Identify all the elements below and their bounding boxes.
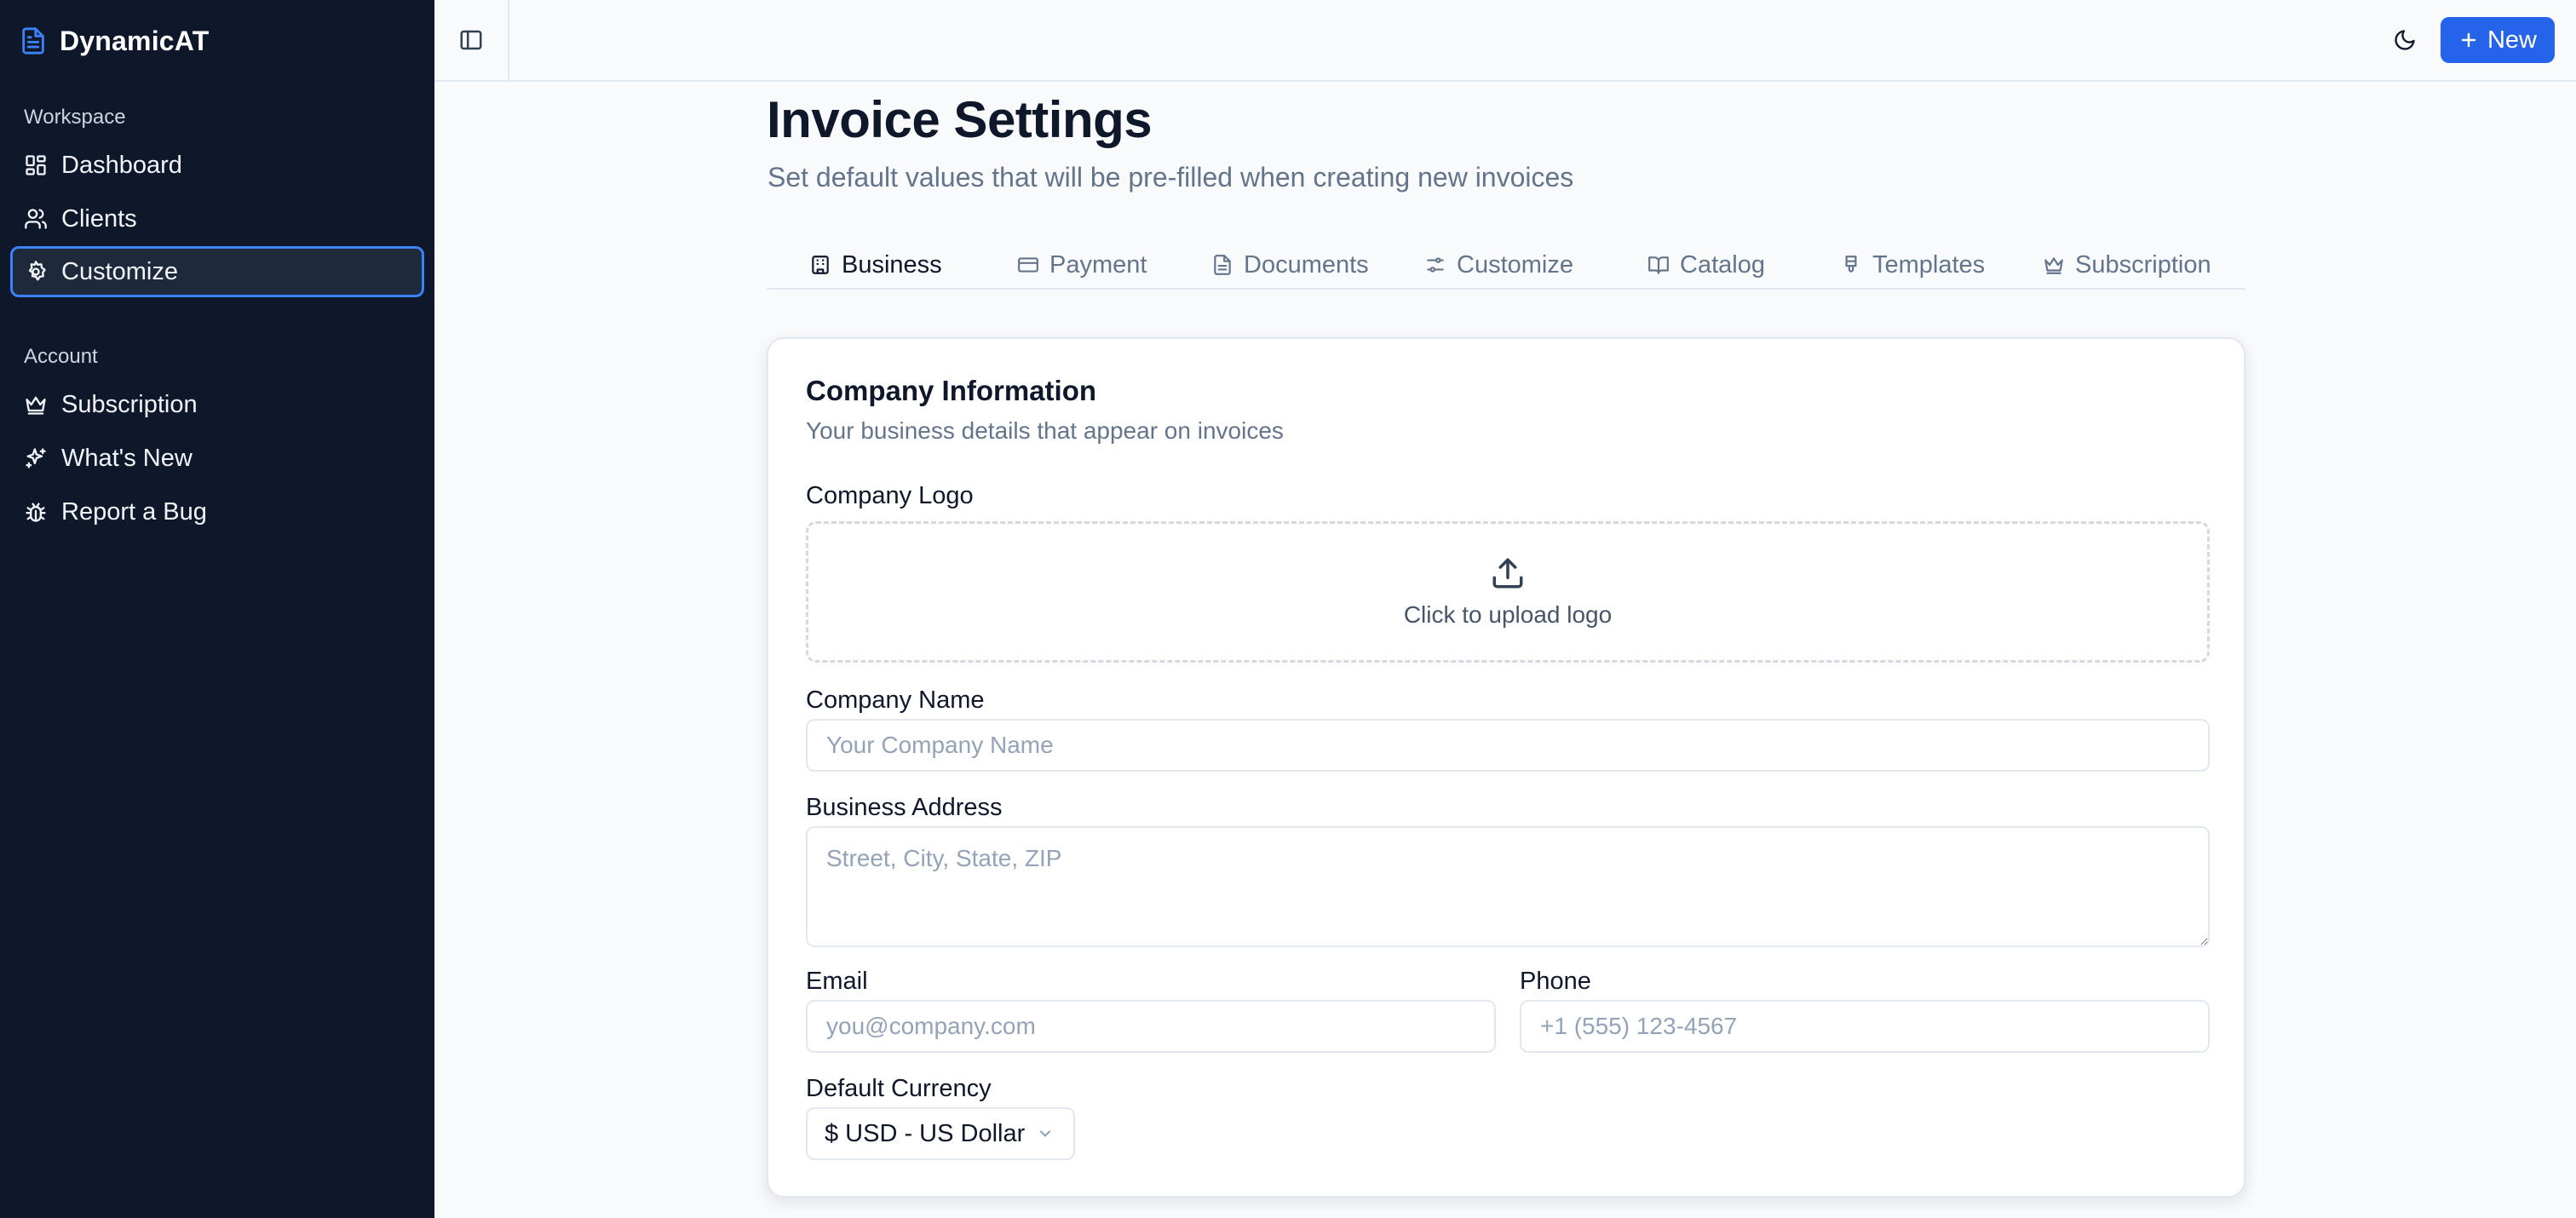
sidebar-item-whats-new[interactable]: What's New — [10, 433, 424, 484]
sidebar-item-label: Report a Bug — [61, 497, 207, 526]
app-name: DynamicAT — [60, 25, 210, 56]
tab-subscription[interactable]: Subscription — [2043, 242, 2211, 288]
phone-label: Phone — [1520, 968, 1591, 995]
tab-templates[interactable]: Templates — [1840, 242, 1985, 288]
theme-toggle-button[interactable] — [2382, 17, 2428, 63]
sidebar-item-label: Clients — [61, 204, 137, 233]
upload-text: Click to upload logo — [1403, 601, 1613, 628]
tab-catalog[interactable]: Catalog — [1647, 242, 1765, 288]
company-name-input[interactable] — [806, 719, 2210, 772]
tab-documents[interactable]: Documents — [1211, 242, 1369, 288]
company-information-card: Company Information Your business detail… — [767, 337, 2245, 1198]
stamp-icon — [1845, 256, 1857, 273]
settings-tabs: Business Payment Documents Customize Cat… — [767, 242, 2245, 290]
currency-selected-value: $ USD - US Dollar — [825, 1119, 1026, 1147]
chevron-down-icon — [1040, 1130, 1051, 1137]
tab-label: Subscription — [2075, 250, 2211, 279]
credit-card-icon — [1018, 257, 1038, 273]
users-icon — [25, 209, 47, 229]
sidebar-item-label: Subscription — [61, 390, 198, 418]
tab-business[interactable]: Business — [809, 242, 942, 288]
sidebar-item-label: What's New — [61, 444, 193, 472]
new-button-label: New — [2487, 26, 2537, 54]
building-icon — [812, 256, 829, 274]
tab-label: Customize — [1457, 250, 1573, 279]
tab-label: Payment — [1049, 250, 1147, 279]
upload-icon — [1492, 558, 1523, 589]
moon-icon — [2395, 30, 2415, 50]
crown-icon — [2044, 257, 2063, 274]
sidebar-item-clients[interactable]: Clients — [10, 193, 424, 244]
tab-label: Documents — [1244, 250, 1369, 279]
document-logo-icon — [22, 27, 44, 55]
sidebar-item-dashboard[interactable]: Dashboard — [10, 140, 424, 191]
card-title: Company Information — [806, 375, 1097, 406]
phone-field[interactable] — [1520, 1000, 2210, 1053]
brand[interactable]: DynamicAT — [19, 22, 209, 60]
tab-customize[interactable]: Customize — [1424, 242, 1573, 288]
page-subtitle: Set default values that will be pre-fill… — [768, 162, 1574, 192]
company-name-label: Company Name — [806, 687, 985, 714]
sidebar-toggle-button[interactable] — [434, 0, 509, 80]
tab-label: Catalog — [1680, 250, 1765, 279]
tab-payment[interactable]: Payment — [1017, 242, 1147, 288]
business-address-input[interactable] — [806, 826, 2210, 947]
book-icon — [1648, 256, 1669, 274]
sliders-icon — [1427, 257, 1444, 273]
bug-icon — [26, 503, 46, 522]
sidebar-item-label: Dashboard — [61, 151, 182, 179]
sparkles-icon — [26, 448, 46, 468]
sidebar-toggle-icon — [460, 30, 482, 50]
sidebar-item-report-bug[interactable]: Report a Bug — [10, 486, 424, 537]
document-icon — [1214, 255, 1231, 275]
company-logo-label: Company Logo — [806, 482, 974, 509]
section-label-workspace: Workspace — [24, 106, 126, 129]
sidebar: DynamicAT Workspace Dashboard Clients Cu… — [0, 0, 434, 1218]
sidebar-item-customize[interactable]: Customize — [10, 246, 424, 297]
dashboard-icon — [26, 155, 46, 175]
default-currency-label: Default Currency — [806, 1075, 992, 1102]
top-bar: New — [434, 0, 2576, 82]
business-address-label: Business Address — [806, 794, 1003, 821]
email-label: Email — [806, 968, 868, 995]
gear-icon — [28, 261, 46, 281]
card-description: Your business details that appear on inv… — [806, 417, 1284, 444]
section-label-account: Account — [24, 345, 98, 368]
sidebar-item-subscription[interactable]: Subscription — [10, 379, 424, 430]
tab-label: Business — [842, 250, 942, 279]
logo-upload-area[interactable]: Click to upload logo — [806, 521, 2210, 663]
crown-icon — [26, 396, 46, 415]
sidebar-item-label: Customize — [61, 257, 178, 285]
page-title: Invoice Settings — [767, 91, 1153, 148]
new-button[interactable]: New — [2441, 17, 2555, 63]
plus-icon — [2461, 32, 2476, 48]
email-field[interactable] — [806, 1000, 1496, 1053]
currency-select[interactable]: $ USD - US Dollar — [806, 1107, 1075, 1160]
tab-label: Templates — [1872, 250, 1986, 279]
